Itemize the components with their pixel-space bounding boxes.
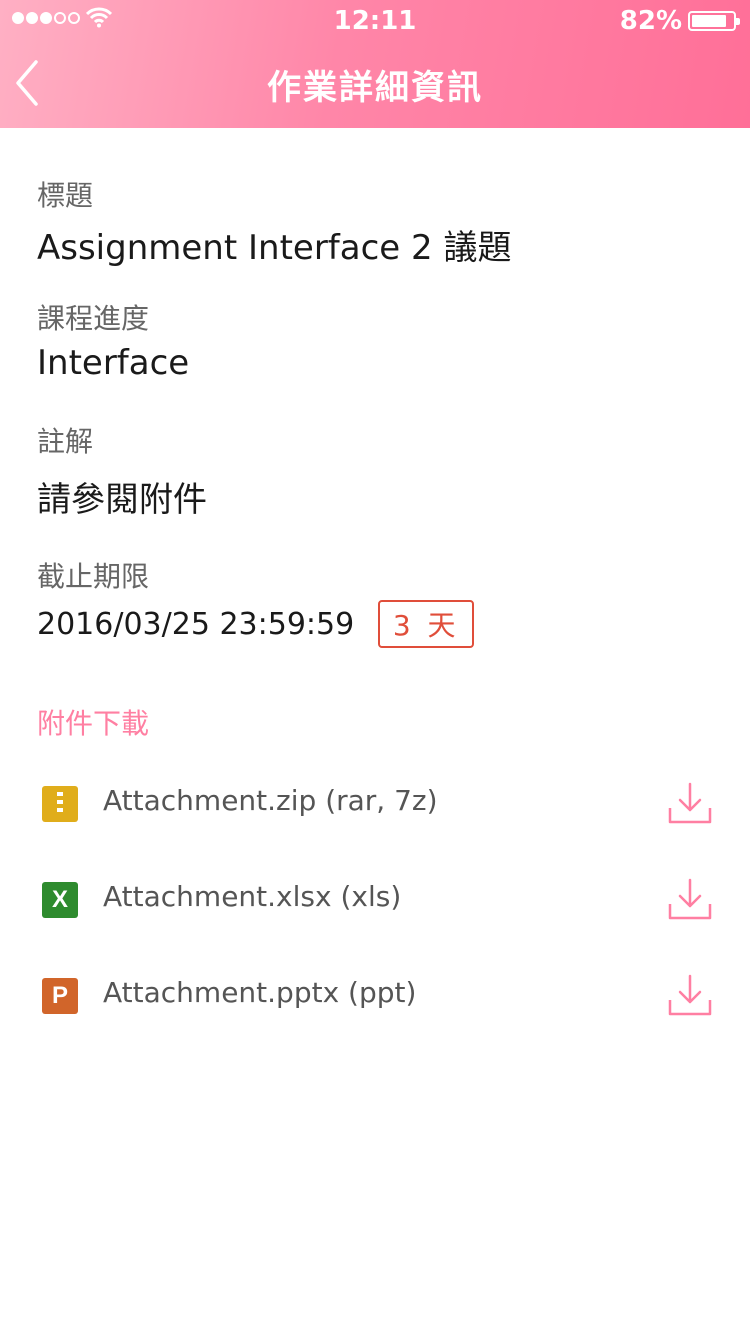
attachment-row[interactable]: Attachment.zip (rar, 7z)	[0, 774, 750, 834]
days-left-badge: 3 天	[378, 600, 475, 648]
progress-label: 課程進度	[37, 302, 150, 335]
page-title: 作業詳細資訊	[267, 68, 483, 108]
excel-file-icon: X	[42, 882, 78, 918]
header: 12:11 82% 作業詳細資訊	[0, 0, 750, 128]
note-value: 請參閱附件	[37, 480, 207, 520]
download-icon[interactable]	[668, 782, 712, 826]
attachments-section-title: 附件下載	[37, 707, 150, 740]
status-bar: 12:11 82%	[0, 0, 750, 40]
note-label: 註解	[37, 425, 94, 458]
attachment-row[interactable]: P Attachment.pptx (ppt)	[0, 966, 750, 1026]
progress-value: Interface	[37, 343, 190, 383]
attachment-name: Attachment.pptx (ppt)	[103, 976, 417, 1009]
attachment-row[interactable]: X Attachment.xlsx (xls)	[0, 870, 750, 930]
deadline-row: 2016/03/25 23:59:59 3 天	[37, 600, 475, 648]
battery-icon	[688, 11, 740, 31]
deadline-label: 截止期限	[37, 560, 150, 593]
deadline-value: 2016/03/25 23:59:59	[37, 606, 355, 642]
download-icon[interactable]	[668, 974, 712, 1018]
zip-file-icon	[42, 786, 78, 822]
battery-percentage: 82%	[619, 6, 682, 36]
powerpoint-file-icon: P	[42, 978, 78, 1014]
title-label: 標題	[37, 179, 94, 212]
attachment-name: Attachment.xlsx (xls)	[103, 880, 402, 913]
download-icon[interactable]	[668, 878, 712, 922]
attachment-name: Attachment.zip (rar, 7z)	[103, 784, 438, 817]
title-value: Assignment Interface 2 議題	[37, 228, 512, 268]
